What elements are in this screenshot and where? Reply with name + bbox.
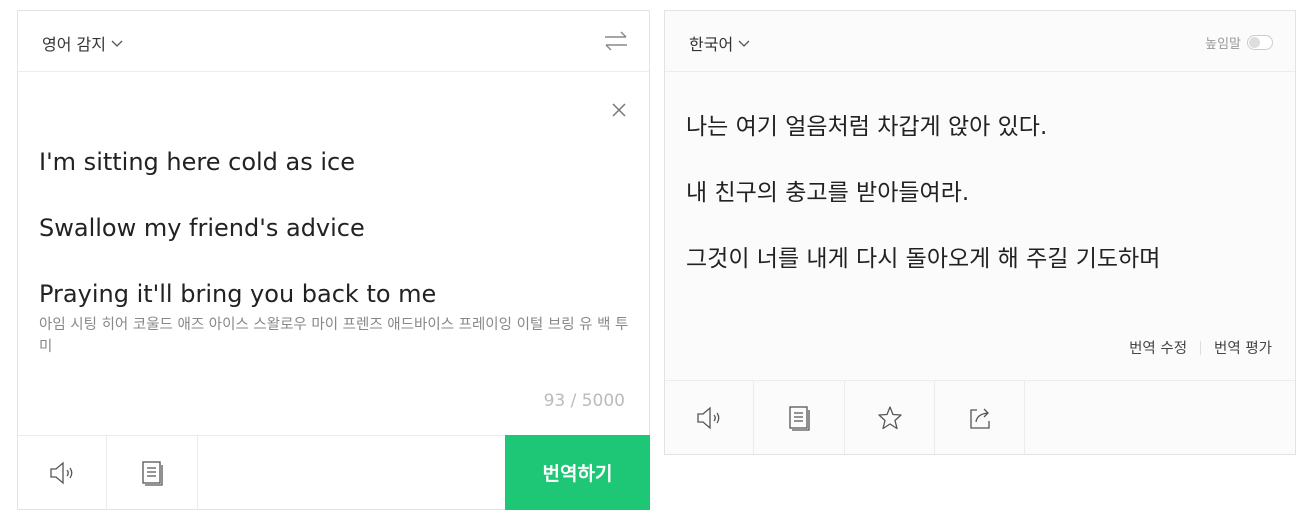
divider [1200, 340, 1202, 355]
target-panel: 한국어 높임말 나는 여기 얼음처럼 차갑게 앉아 있다. 내 친구의 충고를 … [664, 10, 1296, 455]
target-language-select[interactable]: 한국어 [689, 31, 751, 55]
speaker-icon [50, 461, 73, 484]
honorific-label: 높임말 [1205, 37, 1241, 52]
swap-arrows-icon[interactable] [603, 29, 629, 53]
honorific-toggle[interactable] [1247, 35, 1273, 50]
target-listen-button[interactable] [665, 381, 754, 454]
translation-feedback: 번역 수정 번역 평가 [1129, 337, 1272, 358]
document-icon [789, 405, 810, 431]
source-header: 영어 감지 [18, 11, 649, 72]
translate-button[interactable]: 번역하기 [505, 435, 650, 510]
source-line: Swallow my friend's advice [39, 214, 365, 242]
close-icon[interactable] [610, 101, 628, 119]
target-toolbar [665, 380, 1295, 454]
favorite-button[interactable] [845, 381, 935, 454]
source-text-area[interactable]: I'm sitting here cold as ice Swallow my … [39, 129, 619, 327]
target-dictionary-button[interactable] [754, 381, 845, 454]
edit-translation-link[interactable]: 번역 수정 [1129, 337, 1187, 358]
speaker-icon [697, 406, 720, 429]
share-button[interactable] [935, 381, 1025, 454]
rate-translation-link[interactable]: 번역 평가 [1214, 337, 1272, 358]
pronunciation-text: 아임 시팅 히어 코울드 애즈 아이스 스왈로우 마이 프렌즈 애드바이스 프레… [39, 317, 629, 355]
target-line: 그것이 너를 내게 다시 돌아오게 해 주길 기도하며 [686, 246, 1161, 272]
star-icon [877, 405, 902, 429]
target-language-label: 한국어 [689, 35, 734, 54]
source-language-select[interactable]: 영어 감지 [42, 31, 124, 55]
share-icon [969, 408, 990, 429]
chevron-down-icon [738, 40, 750, 47]
chevron-down-icon [111, 40, 123, 47]
source-panel: 영어 감지 I'm sitting here cold as ice Swall… [17, 10, 650, 510]
target-header: 한국어 높임말 [665, 11, 1295, 72]
document-icon [142, 460, 163, 486]
source-toolbar: 번역하기 [18, 435, 650, 510]
target-text-area: 나는 여기 얼음처럼 차갑게 앉아 있다. 내 친구의 충고를 받아들여라. 그… [686, 94, 1276, 292]
honorific-option: 높임말 [1205, 33, 1273, 52]
target-line: 내 친구의 충고를 받아들여라. [686, 180, 970, 206]
source-line: I'm sitting here cold as ice [39, 148, 356, 176]
source-language-label: 영어 감지 [42, 35, 106, 54]
char-counter: 93 / 5000 [543, 391, 625, 411]
target-line: 나는 여기 얼음처럼 차갑게 앉아 있다. [686, 114, 1048, 140]
source-listen-button[interactable] [18, 436, 107, 509]
source-dictionary-button[interactable] [107, 436, 198, 509]
